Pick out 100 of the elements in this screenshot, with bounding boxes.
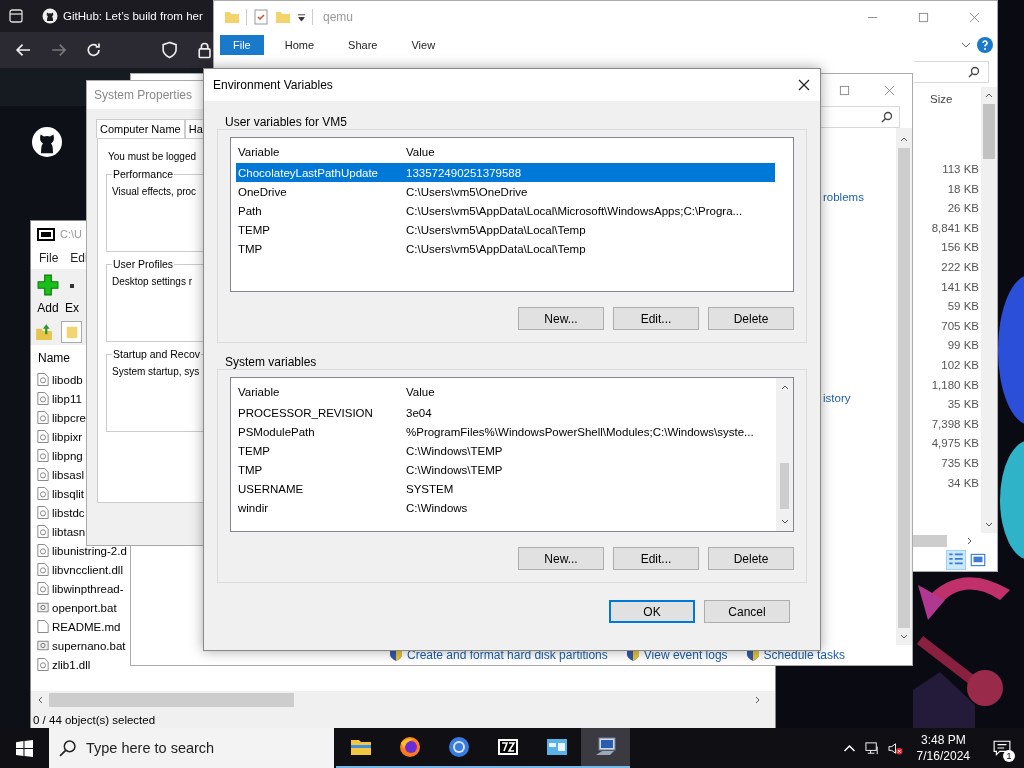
list-row[interactable]: TMP C:\Windows\TEMP [236,460,758,479]
column-header[interactable]: Name [37,345,70,370]
table-cell-text: 1,180 KB [931,377,979,393]
list-row[interactable]: TEMP C:\Windows\TEMP [236,441,758,460]
file-name[interactable]: libvncclient.dll [52,563,123,576]
ok-button[interactable]: OK [609,600,695,623]
thumbnail-view-icon[interactable] [969,551,987,569]
file-name[interactable]: libpng [52,449,83,462]
scroll-thumb[interactable] [898,148,910,628]
list-row[interactable]: PSModulePath %ProgramFiles%\WindowsPowerShell\Modules;C:\Windows\syste... [236,422,758,441]
link[interactable]: istory [823,392,851,404]
link[interactable]: roblems [823,191,864,203]
list-row[interactable]: windir C:\Windows [236,498,758,517]
back-icon[interactable] [15,41,33,59]
list-row[interactable]: TMP C:\Users\vm5\AppData\Local\Temp [236,239,775,258]
file-name[interactable]: supernano.bat [52,639,126,652]
scrollbar[interactable] [981,87,997,533]
table-cell-text: 59 KB [947,299,979,315]
search-icon [881,111,893,123]
column-header[interactable]: Size [930,87,953,105]
dialog-button[interactable]: Delete [708,547,794,570]
scrollbar[interactable] [896,128,912,645]
scroll-thumb[interactable] [913,535,947,547]
variable-name: TEMP [237,444,271,457]
table-cell-text: 18 KB [947,181,979,197]
details-view-icon[interactable] [947,551,965,569]
dialog-button[interactable]: Edit... [613,307,699,330]
tab-list-icon[interactable] [8,8,24,24]
maximize-icon[interactable] [918,11,929,23]
file-name[interactable]: libstdc [52,506,85,519]
path-field[interactable] [61,321,82,343]
shield-icon[interactable] [160,41,178,59]
file-name[interactable]: libsasl [52,468,84,481]
list-row[interactable]: TEMP C:\Users\vm5\AppData\Local\Temp [236,220,775,239]
help-icon[interactable] [977,37,993,53]
file-name[interactable]: openport.bat [52,601,117,614]
chevron-icon[interactable] [961,40,971,50]
up-folder-icon[interactable] [35,323,53,341]
menu-item[interactable]: File [39,251,59,265]
column-header[interactable]: Variable [236,385,406,398]
file-name[interactable]: libunistring-2.d [52,544,127,557]
folder-icon [65,324,79,340]
maximize-icon[interactable] [839,84,850,96]
file-name[interactable]: libwinpthread- [52,582,124,595]
file-name[interactable]: libpixr [52,430,83,443]
table-cell-text: 102 KB [941,357,979,373]
dialog-button[interactable]: Delete [708,307,794,330]
tab[interactable]: Computer Name [96,119,185,138]
ribbon-tab[interactable]: View [398,35,449,55]
column-header[interactable]: Variable [236,145,406,158]
ribbon-tab[interactable]: File [220,35,264,55]
search-field[interactable] [914,61,989,83]
network-icon[interactable] [864,740,880,756]
file-name[interactable]: libsqlit [52,487,84,500]
dialog-button[interactable]: New... [518,547,604,570]
toolbar-button[interactable]: Ex [65,284,79,319]
list-row[interactable]: Path C:\Users\vm5\AppData\Local\Microsoft\WindowsApps;C:\Progra... [236,201,775,220]
variable-value: C:\Users\vm5\AppData\Local\Temp [406,242,586,255]
variable-list[interactable]: Variable Value PROCESSOR_REVISION 3e04 PSModulePath %ProgramFiles%\WindowsPowerShell\Modules;C:\Windows\syste... TEMP C:\Windows\TEMP TMP C:\Windows\TEMP USERNAME SYSTEM windir C:\Windows [230,377,794,532]
list-row[interactable]: PROCESSOR_REVISION 3e04 [236,403,758,422]
clock[interactable]: 3:48 PM 7/16/2024 [906,733,980,763]
file-name[interactable]: libp11 [52,392,82,405]
file-name[interactable]: libodb [52,373,83,386]
close-icon[interactable] [798,79,810,91]
scroll-thumb[interactable] [49,693,294,707]
forward-icon[interactable] [50,41,68,59]
file-name[interactable]: libpcre [52,411,86,424]
column-header[interactable]: Value [406,145,435,158]
variable-value: C:\Windows\TEMP [406,444,503,457]
dialog-button[interactable]: New... [518,307,604,330]
muted-speaker-icon[interactable] [887,740,903,756]
caret-icon[interactable] [297,12,306,22]
variable-list[interactable] [230,137,794,292]
file-name[interactable]: libtasn [52,525,86,538]
table-cell-text: 705 KB [941,318,979,334]
ribbon-tab[interactable]: Home [271,35,328,55]
cat-logo-icon[interactable] [31,126,63,158]
scroll-thumb[interactable] [780,463,789,509]
search-field[interactable]: Type here to search [49,728,334,768]
search-icon [968,66,980,78]
cancel-button[interactable]: Cancel [704,600,790,623]
ribbon-tab[interactable]: Share [335,35,391,55]
scrollbar[interactable] [776,378,793,531]
taskbar-app[interactable] [581,728,630,768]
dialog-button[interactable]: Edit... [613,547,699,570]
list-row[interactable]: ChocolateyLastPathUpdate 133572490251379588 [236,163,775,182]
start-icon[interactable] [16,739,33,757]
reload-icon[interactable] [85,41,103,59]
toolbar-button[interactable]: Add [37,274,59,319]
variable-value: C:\Users\vm5\AppData\Local\Microsoft\WindowsApps;C:\Progra... [406,204,743,217]
scroll-thumb[interactable] [983,104,995,159]
list-row[interactable]: USERNAME SYSTEM [236,479,758,498]
list-row[interactable]: OneDrive C:\Users\vm5\OneDrive [236,182,775,201]
intro-text: You must be logged [108,151,197,162]
file-name[interactable]: README.md [52,620,121,633]
notification-button[interactable]: 1 [980,728,1024,768]
checklist-icon[interactable] [253,9,269,25]
column-header[interactable]: Value [406,385,435,398]
lock-icon[interactable] [195,41,213,59]
file-name[interactable]: zlib1.dll [52,658,91,671]
